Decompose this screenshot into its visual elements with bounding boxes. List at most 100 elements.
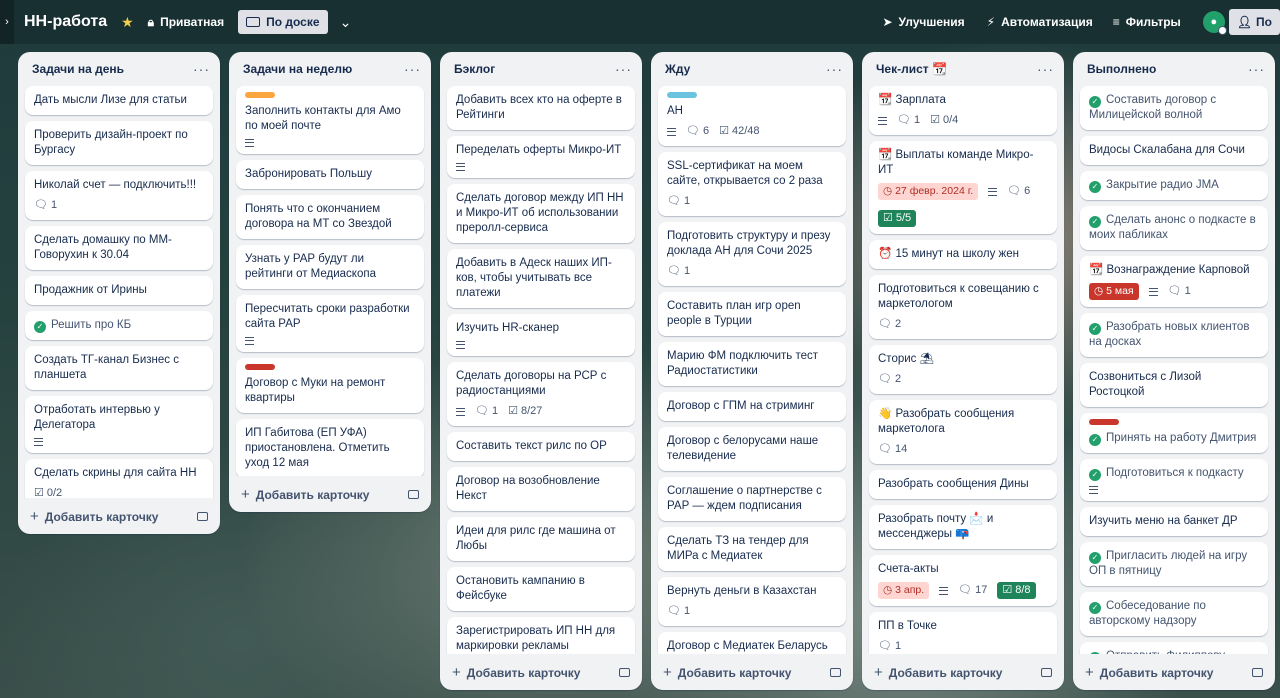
list-title[interactable]: Чек-лист 📆 (876, 62, 947, 76)
list-title[interactable]: Задачи на день (32, 62, 124, 76)
card[interactable]: Сделать ТЗ на тендер для МИРа с Медиатек (658, 527, 846, 571)
card[interactable]: Дать мысли Лизе для статьи (25, 86, 213, 115)
card-template-icon[interactable] (619, 667, 630, 677)
card-template-icon[interactable] (1252, 667, 1263, 677)
check-circle-icon[interactable]: ✓ (1089, 181, 1101, 193)
filters-button[interactable]: ≡ Фильтры (1105, 10, 1189, 34)
card[interactable]: ⏰ 15 минут на школу жен (869, 240, 1057, 269)
card[interactable]: Сделать домашку по ММ-Говорухин к 30.04 (25, 226, 213, 270)
card[interactable]: Вернуть деньги в Казахстан 🗨︎ 1 (658, 577, 846, 626)
card[interactable]: Добавить в Адеск наших ИП-ков, чтобы учи… (447, 249, 635, 308)
card[interactable]: Договор с Медиатек Беларусь🗨︎1 (658, 632, 846, 654)
card[interactable]: Изучить HR-сканер (447, 314, 635, 356)
card[interactable]: 📆 Выплаты команде Микро-ИТ ◷ 27 февр. 202… (869, 141, 1057, 234)
automation-button[interactable]: ⚡︎ Автоматизация (979, 10, 1101, 34)
card-template-icon[interactable] (1041, 667, 1052, 677)
card[interactable]: SSL-сертификат на моем сайте, открываетс… (658, 152, 846, 216)
card[interactable]: Созвониться с Лизой Ростоцкой (1080, 363, 1268, 407)
add-card-button[interactable]: + Добавить карточку (874, 664, 1002, 681)
check-circle-icon[interactable]: ✓ (1089, 96, 1101, 108)
card-template-icon[interactable] (197, 511, 208, 521)
card[interactable]: Продажник от Ирины (25, 276, 213, 305)
list-title[interactable]: Выполнено (1087, 62, 1156, 76)
card[interactable]: Идеи для рилс где машина от Любы (447, 517, 635, 561)
due-date-badge[interactable]: ◷ 5 мая (1089, 283, 1139, 300)
card[interactable]: Сделать скрины для сайта НН ☑ 0/2 (25, 459, 213, 498)
card[interactable]: Переделать оферты Микро-ИТ (447, 136, 635, 178)
more-icon[interactable]: ··· (826, 61, 843, 77)
visibility-button[interactable]: 🔒︎ Приватная (140, 10, 232, 35)
card[interactable]: ИП Габитова (ЕП УФА) приостановлена. Отм… (236, 419, 424, 476)
card[interactable]: ✓ Сделать анонс о подкасте в моих паблика… (1080, 206, 1268, 250)
card-label[interactable] (667, 92, 697, 98)
card[interactable]: ✓ Подготовиться к подкасту (1080, 459, 1268, 501)
card[interactable]: Остановить кампанию в Фейсбуке (447, 567, 635, 611)
card-template-icon[interactable] (830, 667, 841, 677)
add-card-button[interactable]: + Добавить карточку (30, 508, 158, 525)
card[interactable]: Подготовиться к совещанию с маркетологом… (869, 275, 1057, 339)
board-title[interactable]: НН-работа (24, 13, 107, 31)
card-label[interactable] (1089, 419, 1119, 425)
add-card-button[interactable]: + Добавить карточку (1085, 664, 1213, 681)
card[interactable]: Забронировать Польшу (236, 160, 424, 189)
due-date-badge[interactable]: ◷ 27 февр. 2024 г. (878, 183, 979, 200)
card[interactable]: Добавить всех кто на оферте в Рейтинги (447, 86, 635, 130)
card[interactable]: ✓ Разобрать новых клиентов на досках (1080, 313, 1268, 357)
card[interactable]: ПП в Точке 🗨︎ 1 (869, 612, 1057, 654)
improvements-button[interactable]: ➤ Улучшения (874, 10, 972, 34)
more-icon[interactable]: ··· (615, 61, 632, 77)
card[interactable]: Видосы Скалабана для Сочи (1080, 136, 1268, 165)
add-card-button[interactable]: + Добавить карточку (663, 664, 791, 681)
card[interactable]: Создать ТГ-канал Бизнес с планшета (25, 346, 213, 390)
check-circle-icon[interactable]: ✓ (1089, 469, 1101, 481)
check-circle-icon[interactable]: ✓ (1089, 552, 1101, 564)
card[interactable]: Заполнить контакты для Амо по моей почте (236, 86, 424, 154)
add-card-button[interactable]: + Добавить карточку (241, 486, 369, 503)
more-icon[interactable]: ··· (404, 61, 421, 77)
chevron-down-icon[interactable]: ⌄ (334, 14, 358, 31)
card[interactable]: АН 🗨︎ 6 ☑ 42/48 (658, 86, 846, 146)
card[interactable]: Составить текст рилс по ОР (447, 432, 635, 461)
list-title[interactable]: Задачи на неделю (243, 62, 352, 76)
card[interactable]: ✓Отправить Филиппову презентацию о РСР (1080, 642, 1268, 654)
card[interactable]: Сделать договор между ИП НН и Микро-ИТ о… (447, 184, 635, 243)
check-circle-icon[interactable]: ✓ (1089, 434, 1101, 446)
more-icon[interactable]: ··· (1037, 61, 1054, 77)
card-label[interactable] (245, 364, 275, 370)
card[interactable]: 👋 Разобрать сообщения маркетолога 🗨︎ 14 (869, 400, 1057, 464)
card[interactable]: 📆 Зарплата 🗨︎ 1 ☑ 0/4 (869, 86, 1057, 135)
card[interactable]: ✓ Собеседование по авторскому надзору (1080, 592, 1268, 636)
add-card-button[interactable]: + Добавить карточку (452, 664, 580, 681)
more-icon[interactable]: ··· (1248, 61, 1265, 77)
check-circle-icon[interactable]: ✓ (1089, 216, 1101, 228)
card[interactable]: ✓ Пригласить людей на игру ОП в пятницу (1080, 542, 1268, 586)
card[interactable]: Договор на возобновление Некст (447, 467, 635, 511)
card[interactable]: Подготовить структуру и презу доклада АН… (658, 222, 846, 286)
card[interactable]: Сделать договоры на РСР с радиостанциями… (447, 362, 635, 426)
card[interactable]: Узнать у РАР будут ли рейтинги от Медиас… (236, 245, 424, 289)
avatar[interactable]: ● (1202, 11, 1227, 35)
due-date-badge[interactable]: ◷ 3 апр. (878, 582, 930, 599)
check-circle-icon[interactable]: ✓ (1089, 602, 1101, 614)
more-icon[interactable]: ··· (193, 61, 210, 77)
card[interactable]: ✓ Составить договор с Милицейской волной (1080, 86, 1268, 130)
card[interactable]: Разобрать сообщения Дины (869, 470, 1057, 499)
expand-sidebar-icon[interactable]: › (0, 0, 14, 44)
share-button[interactable]: 👤︎ По (1228, 9, 1280, 35)
card[interactable]: Изучить меню на банкет ДР (1080, 507, 1268, 536)
card[interactable]: ✓ Решить про КБ (25, 311, 213, 340)
card[interactable]: Составить план игр open people в Турции (658, 292, 846, 336)
card[interactable]: Счета-акты ◷ 3 апр. 🗨︎ 17 ☑ 8/8 (869, 555, 1057, 606)
card[interactable]: ✓ Закрытие радио JMA (1080, 171, 1268, 200)
card[interactable]: Николай счет — подключить!!! 🗨︎ 1 (25, 171, 213, 220)
list-title[interactable]: Жду (665, 62, 690, 76)
card-template-icon[interactable] (408, 489, 419, 499)
card[interactable]: Проверить дизайн-проект по Бургасу (25, 121, 213, 165)
card[interactable]: Договор с ГПМ на стриминг (658, 392, 846, 421)
card[interactable]: Понять что с окончанием договора на МТ с… (236, 195, 424, 239)
card[interactable]: Договор с Муки на ремонт квартиры (236, 358, 424, 413)
card[interactable]: Марию ФМ подключить тест Радиостатистики (658, 342, 846, 386)
card[interactable]: Договор с белорусами наше телевидение (658, 427, 846, 471)
list-title[interactable]: Бэклог (454, 62, 495, 76)
check-circle-icon[interactable]: ✓ (34, 321, 46, 333)
